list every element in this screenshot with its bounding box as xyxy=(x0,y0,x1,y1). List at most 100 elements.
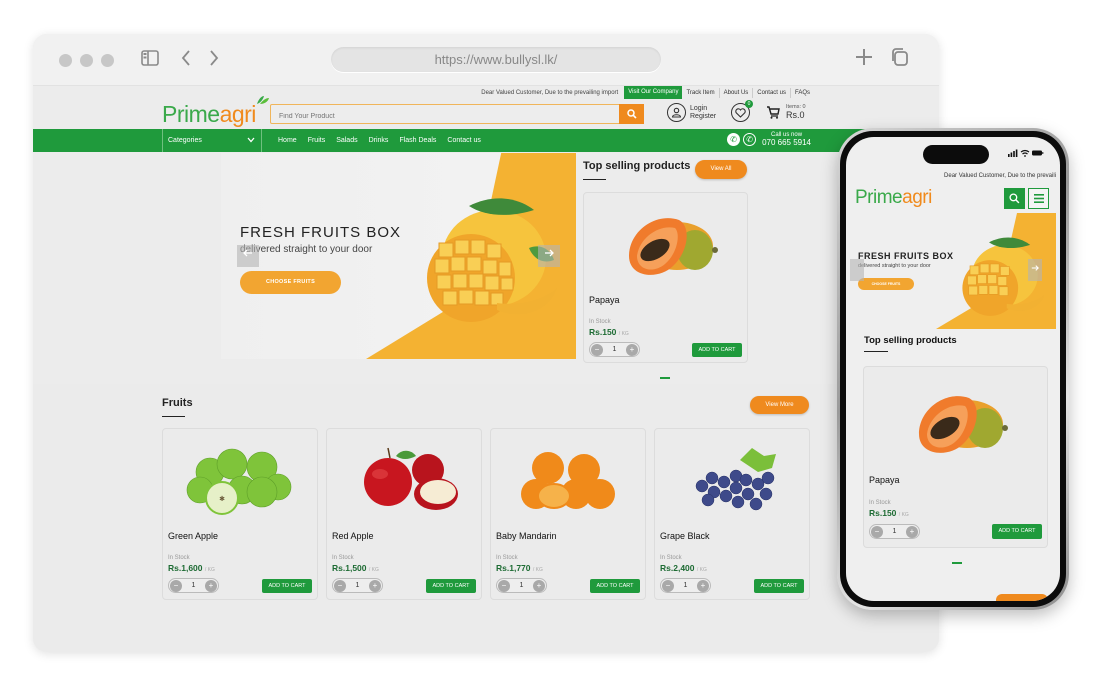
product-image: ✱ xyxy=(163,437,317,527)
decrease-button[interactable]: − xyxy=(498,579,510,592)
add-to-cart-button[interactable]: ADD TO CART xyxy=(426,579,476,593)
nav-contact-us[interactable]: Contact us xyxy=(447,129,480,152)
arrow-right-icon xyxy=(1031,265,1039,271)
choose-fruits-button[interactable]: CHOOSE FRUITS xyxy=(240,271,341,294)
add-to-cart-button[interactable]: ADD TO CART xyxy=(590,579,640,593)
nav-flash-deals[interactable]: Flash Deals xyxy=(399,129,436,152)
top-bar: Dear Valued Customer, Due to the prevail… xyxy=(477,86,814,99)
product-card[interactable]: Grape Black In Stock Rs.2,400 / KG − 1 +… xyxy=(654,428,810,600)
add-to-cart-button[interactable]: ADD TO CART xyxy=(692,343,742,357)
faqs-link[interactable]: FAQs xyxy=(791,88,814,98)
stock-status: In Stock xyxy=(660,555,682,561)
quantity-stepper: − 1 + xyxy=(660,578,711,593)
decrease-button[interactable]: − xyxy=(871,525,883,538)
price-value: Rs.2,400 xyxy=(660,563,695,573)
wishlist-button[interactable]: 0 xyxy=(731,100,753,122)
add-to-cart-button[interactable]: ADD TO CART xyxy=(992,524,1042,539)
stock-status: In Stock xyxy=(168,555,190,561)
mobile-search-button[interactable] xyxy=(1004,188,1025,209)
slider-prev-arrow[interactable] xyxy=(850,259,864,281)
carousel-indicator[interactable] xyxy=(952,562,962,564)
carousel-indicator[interactable] xyxy=(660,377,670,379)
account-link[interactable]: Login Register xyxy=(667,103,716,122)
product-name[interactable]: Papaya xyxy=(589,295,620,305)
track-item-link[interactable]: Track Item xyxy=(682,87,720,98)
quantity-value[interactable]: 1 xyxy=(192,582,196,589)
logo[interactable]: Primeagri xyxy=(162,96,269,128)
title-underline xyxy=(162,416,185,417)
window-dot-maximize[interactable] xyxy=(101,54,114,67)
search-input[interactable] xyxy=(271,107,616,126)
view-more-button[interactable]: View More xyxy=(750,396,809,414)
cart-button[interactable]: Items: 0 Rs.0 xyxy=(766,104,806,120)
price-unit: / KG xyxy=(368,567,379,573)
increase-button[interactable]: + xyxy=(369,579,381,592)
contact-us-link[interactable]: Contact us xyxy=(753,87,791,98)
product-card[interactable]: Baby Mandarin In Stock Rs.1,770 / KG − 1… xyxy=(490,428,646,600)
search-button[interactable] xyxy=(619,104,644,124)
slider-prev-arrow[interactable] xyxy=(237,245,259,267)
quantity-value[interactable]: 1 xyxy=(684,582,688,589)
quantity-value[interactable]: 1 xyxy=(613,346,617,353)
visit-company-link[interactable]: Visit Our Company xyxy=(624,86,683,99)
nav-drinks[interactable]: Drinks xyxy=(369,129,389,152)
categories-dropdown[interactable]: Categories xyxy=(162,129,262,152)
new-tab-icon[interactable] xyxy=(855,48,873,72)
quantity-value[interactable]: 1 xyxy=(893,528,897,535)
product-name[interactable]: Papaya xyxy=(869,475,900,485)
product-price: Rs.150 / KG xyxy=(869,508,909,518)
login-link[interactable]: Login xyxy=(690,105,716,113)
product-name[interactable]: Green Apple xyxy=(168,531,218,541)
slider-next-arrow[interactable] xyxy=(1028,259,1042,281)
call-us[interactable]: ✆ ✆ Call us now 070 665 5914 xyxy=(727,131,811,147)
notice-text: Dear Valued Customer, Due to the prevail… xyxy=(481,89,619,96)
register-link[interactable]: Register xyxy=(690,113,716,121)
nav-salads[interactable]: Salads xyxy=(336,129,357,152)
product-name[interactable]: Baby Mandarin xyxy=(496,531,557,541)
decrease-button[interactable]: − xyxy=(334,579,346,592)
sidebar-toggle-icon[interactable] xyxy=(141,48,159,72)
decrease-button[interactable]: − xyxy=(591,343,603,356)
arrow-left-icon xyxy=(243,249,252,257)
product-image xyxy=(327,437,481,527)
increase-button[interactable]: + xyxy=(906,525,918,538)
increase-button[interactable]: + xyxy=(697,579,709,592)
choose-fruits-button[interactable]: CHOOSE FRUITS xyxy=(858,278,914,290)
decrease-button[interactable]: − xyxy=(170,579,182,592)
product-price: Rs.150 / KG xyxy=(589,327,629,337)
increase-button[interactable]: + xyxy=(205,579,217,592)
nav-home[interactable]: Home xyxy=(278,129,297,152)
address-bar[interactable]: https://www.bullysl.lk/ xyxy=(331,47,661,72)
nav-fruits[interactable]: Fruits xyxy=(308,129,326,152)
tab-overview-icon[interactable] xyxy=(891,48,909,72)
slider-next-arrow[interactable] xyxy=(538,245,560,267)
product-name[interactable]: Red Apple xyxy=(332,531,374,541)
about-us-link[interactable]: About Us xyxy=(720,87,754,98)
back-icon[interactable] xyxy=(181,48,191,72)
mobile-menu-button[interactable] xyxy=(1028,188,1049,209)
add-to-cart-button[interactable]: ADD TO CART xyxy=(262,579,312,593)
mobile-logo[interactable]: Primeagri xyxy=(855,187,932,209)
product-name[interactable]: Grape Black xyxy=(660,531,710,541)
phone-bezel: Dear Valued Customer, Due to the prevail… xyxy=(840,131,1066,607)
window-dot-minimize[interactable] xyxy=(80,54,93,67)
product-card[interactable]: ✱ Green Apple In Stock Rs.1,600 / KG − 1… xyxy=(162,428,318,600)
fruits-section: Fruits View More ✱ Green Apple In Stock … xyxy=(33,384,939,652)
product-image xyxy=(584,201,747,291)
hero-subtitle: delivered straight to your door xyxy=(240,244,373,255)
quantity-value[interactable]: 1 xyxy=(520,582,524,589)
product-card-papaya[interactable]: Papaya In Stock Rs.150 / KG − 1 + ADD TO… xyxy=(863,366,1048,548)
add-to-cart-button[interactable]: ADD TO CART xyxy=(754,579,804,593)
view-more-button-partial[interactable] xyxy=(996,594,1048,601)
window-dot-close[interactable] xyxy=(59,54,72,67)
product-card[interactable]: Red Apple In Stock Rs.1,500 / KG − 1 + A… xyxy=(326,428,482,600)
product-image xyxy=(491,437,645,527)
view-all-button[interactable]: View All xyxy=(695,160,747,179)
increase-button[interactable]: + xyxy=(626,343,638,356)
red-apple-image xyxy=(364,447,458,510)
forward-icon[interactable] xyxy=(209,48,219,72)
product-card-papaya[interactable]: Papaya In Stock Rs.150 / KG − 1 + ADD TO… xyxy=(583,192,748,363)
decrease-button[interactable]: − xyxy=(662,579,674,592)
quantity-value[interactable]: 1 xyxy=(356,582,360,589)
increase-button[interactable]: + xyxy=(533,579,545,592)
